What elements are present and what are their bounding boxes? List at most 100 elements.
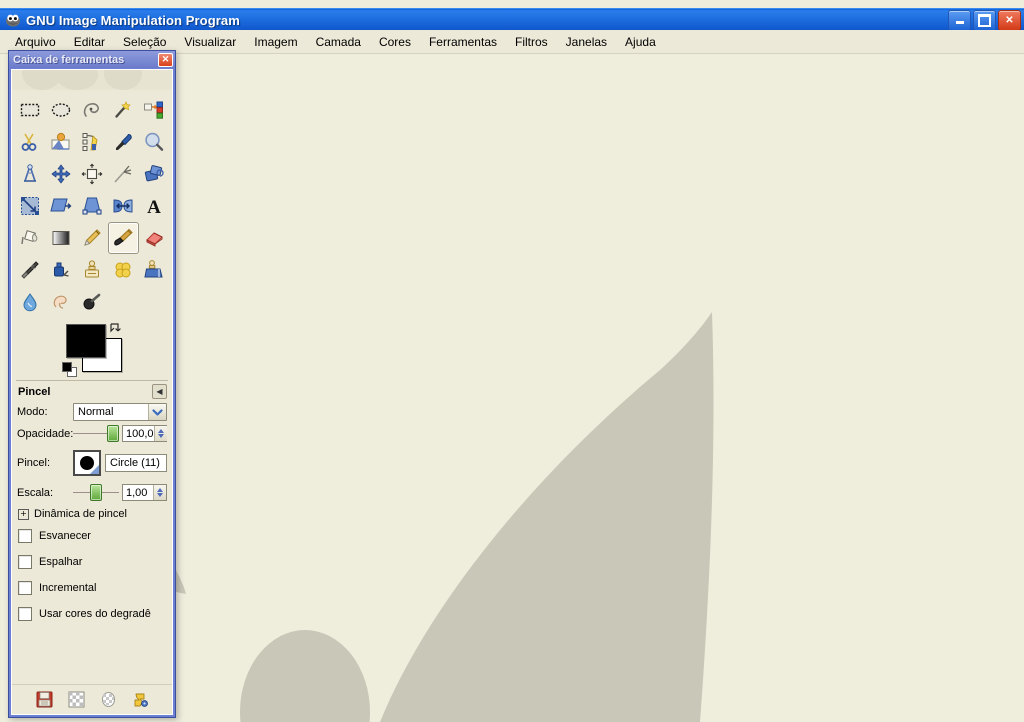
free-select-tool[interactable] [77,94,108,126]
scale-tool[interactable] [15,190,46,222]
menu-item-cores[interactable]: Cores [370,32,420,52]
toolbox-titlebar[interactable]: Caixa de ferramentas ✕ [9,51,175,68]
color-area [12,322,172,378]
close-button[interactable]: ✕ [998,9,1021,31]
flip-tool[interactable] [108,190,139,222]
tool-options-header: Pincel ◀ [12,381,172,401]
mode-row: Modo: Normal [12,401,172,423]
shear-tool[interactable] [46,190,77,222]
scissors-select-tool[interactable] [15,126,46,158]
brush-preview[interactable] [73,450,101,476]
toolbox-header-strip [12,70,172,90]
menu-item-ferramentas[interactable]: Ferramentas [420,32,506,52]
scale-row: Escala: 1,00 [12,482,172,503]
opacity-value: 100,0 [126,427,154,440]
opacity-decrement[interactable] [157,434,164,438]
align-tool[interactable] [77,158,108,190]
reset-colors-icon[interactable] [62,362,77,377]
scale-spinner-buttons[interactable] [153,485,166,500]
fuzzy-select-tool[interactable] [108,94,139,126]
brush-dynamics-label: Dinâmica de pincel [34,508,127,520]
scale-increment[interactable] [157,488,163,492]
toolbox-close-button[interactable]: ✕ [158,52,173,67]
menu-item-arquivo[interactable]: Arquivo [6,32,65,52]
scale-slider[interactable] [73,484,119,501]
checkbox-espalhar[interactable]: Espalhar [12,549,172,575]
menu-item-imagem[interactable]: Imagem [245,32,306,52]
select-by-color-tool[interactable] [139,94,170,126]
espalhar-checkbox[interactable] [18,555,32,569]
opacity-increment[interactable] [157,429,164,433]
clone-tool[interactable] [77,254,108,286]
eraser-tool[interactable] [139,222,170,254]
esvanecer-checkbox[interactable] [18,529,32,543]
smudge-tool[interactable] [46,286,77,318]
reset-tool-options-button[interactable] [130,690,150,710]
zoom-tool[interactable] [139,126,170,158]
checkbox-usar-cores-do-degrade[interactable]: Usar cores do degradê [12,601,172,627]
toolbox-body: A Pincel ◀ Modo: Normal Opacidade: 100,0… [11,69,173,715]
scale-slider-knob[interactable] [90,484,102,501]
scale-value: 1,00 [126,486,148,499]
brush-label: Pincel: [17,457,51,469]
espalhar-label: Espalhar [39,556,83,568]
perspective-clone-tool[interactable] [139,254,170,286]
airbrush-tool[interactable] [15,254,46,286]
rotate-tool[interactable] [139,158,170,190]
esvanecer-label: Esvanecer [39,530,91,542]
rect-select-tool[interactable] [15,94,46,126]
color-picker-tool[interactable] [108,126,139,158]
blur-sharpen-tool[interactable] [15,286,46,318]
delete-tool-options-button[interactable] [98,690,118,710]
gradient-tool[interactable] [46,222,77,254]
swap-colors-icon[interactable] [108,322,122,336]
expand-plus-icon[interactable]: + [18,508,29,520]
dodge-burn-tool[interactable] [77,286,108,318]
ellipse-select-tool[interactable] [46,94,77,126]
collapse-panel-button[interactable]: ◀ [152,384,167,399]
menu-item-editar[interactable]: Editar [65,32,114,52]
opacity-spinner[interactable]: 100,0 [122,425,167,442]
brush-name-field[interactable]: Circle (11) [105,454,167,472]
menu-item-selecao[interactable]: Seleção [114,32,175,52]
window-titlebar: GNU Image Manipulation Program ✕ [0,8,1024,31]
pencil-tool[interactable] [77,222,108,254]
foreground-background-colors [62,322,122,377]
crop-tool[interactable] [108,158,139,190]
maximize-button[interactable] [973,9,996,31]
brush-dynamics-expander[interactable]: + Dinâmica de pincel [12,503,172,523]
menu-item-visualizar[interactable]: Visualizar [175,32,245,52]
perspective-tool[interactable] [77,190,108,222]
menu-item-ajuda[interactable]: Ajuda [616,32,665,52]
checkbox-incremental[interactable]: Incremental [12,575,172,601]
usar-cores-do-degrade-checkbox[interactable] [18,607,32,621]
save-tool-options-button[interactable] [34,690,54,710]
opacity-spinner-buttons[interactable] [153,426,167,441]
text-tool[interactable]: A [139,190,170,222]
menu-item-filtros[interactable]: Filtros [506,32,557,52]
opacity-slider-knob[interactable] [107,425,119,442]
gimp-wilber-icon [5,12,21,28]
measure-tool[interactable] [15,158,46,190]
scale-label: Escala: [17,486,54,499]
mode-select[interactable]: Normal [73,403,167,421]
paintbrush-tool[interactable] [107,222,139,254]
ink-tool[interactable] [46,254,77,286]
restore-tool-options-button[interactable] [66,690,86,710]
paths-tool[interactable] [77,126,108,158]
toolbox-window: Caixa de ferramentas ✕ A Pincel ◀ Modo: … [8,50,176,718]
foreground-color-swatch[interactable] [66,324,106,358]
scale-spinner[interactable]: 1,00 [122,484,167,501]
chevron-down-icon[interactable] [148,404,166,420]
incremental-checkbox[interactable] [18,581,32,595]
move-tool[interactable] [46,158,77,190]
heal-tool[interactable] [108,254,139,286]
checkbox-esvanecer[interactable]: Esvanecer [12,523,172,549]
foreground-select-tool[interactable] [46,126,77,158]
bucket-fill-tool[interactable] [15,222,46,254]
minimize-button[interactable] [948,9,971,31]
menu-item-camada[interactable]: Camada [307,32,370,52]
scale-decrement[interactable] [157,493,163,497]
opacity-slider[interactable] [73,425,119,442]
menu-item-janelas[interactable]: Janelas [557,32,616,52]
